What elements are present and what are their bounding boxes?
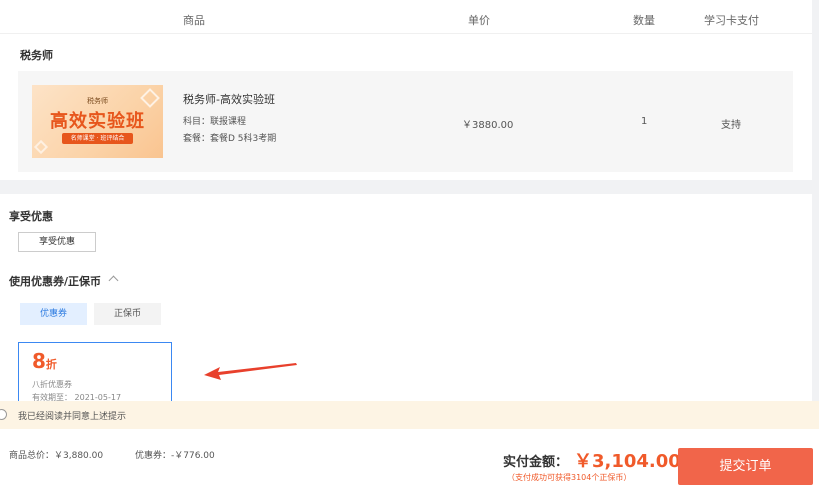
diamond-decoration xyxy=(33,139,49,155)
product-name[interactable]: 税务师-高效实验班 xyxy=(183,91,275,107)
product-thumbnail[interactable]: 税务师 高效实验班 名师课堂 · 班评结合 xyxy=(32,85,163,158)
product-subject: 科目：联报课程 xyxy=(183,117,247,127)
header-unit-price: 单价 xyxy=(468,14,490,27)
coupons-title: 使用优惠券/正保币 xyxy=(9,275,102,288)
chevron-up-icon[interactable] xyxy=(108,275,119,286)
pay-note: （支付成功可获得3104个正保币） xyxy=(507,473,632,482)
tab-coin[interactable]: 正保币 xyxy=(94,303,161,325)
thumbnail-title: 高效实验班 xyxy=(50,111,145,132)
tab-coupon[interactable]: 优惠券 xyxy=(20,303,87,325)
coupon-deduction: 优惠券：-￥776.00 xyxy=(135,451,215,461)
goods-total: 商品总价：￥3,880.00 xyxy=(9,451,104,461)
agreement-text[interactable]: 我已经阅读并同意上述提示 xyxy=(18,409,126,422)
header-product: 商品 xyxy=(183,14,205,27)
product-study-card: 支持 xyxy=(721,120,741,131)
agreement-radio[interactable] xyxy=(0,409,7,420)
benefits-button[interactable]: 享受优惠 xyxy=(18,232,96,252)
benefits-title: 享受优惠 xyxy=(9,210,53,223)
product-quantity: 1 xyxy=(641,116,648,127)
product-package: 套餐：套餐D 5科3考期 xyxy=(183,134,277,144)
header-quantity: 数量 xyxy=(633,14,655,27)
product-price: ￥3880.00 xyxy=(462,120,514,131)
order-items-card: 商品 单价 数量 学习卡支付 税务师 税务师 高效实验班 名师课堂 · 班评结合… xyxy=(0,0,812,180)
thumbnail-tag: 名师课堂 · 班评结合 xyxy=(62,133,133,144)
coupon-card[interactable]: 8折 八折优惠券 有效期至： 2021-05-17 xyxy=(18,342,172,404)
coupon-discount-unit: 折 xyxy=(45,358,57,371)
submit-order-button[interactable]: 提交订单 xyxy=(678,448,813,485)
pay-amount: ￥3,104.00 xyxy=(574,451,681,472)
agreement-bar: 我已经阅读并同意上述提示 xyxy=(0,401,819,429)
pay-label: 实付金额： xyxy=(503,455,569,470)
header-divider xyxy=(0,33,812,34)
coupon-discount: 8折 xyxy=(32,349,57,373)
section-title: 税务师 xyxy=(20,49,53,62)
coupon-discount-number: 8 xyxy=(32,349,46,373)
discount-card: 享受优惠 享受优惠 使用优惠券/正保币 优惠券 正保币 8折 八折优惠券 有效期… xyxy=(0,194,812,404)
arrow-annotation-icon xyxy=(204,363,297,380)
coupon-description: 八折优惠券 xyxy=(32,380,72,389)
product-row: 税务师 高效实验班 名师课堂 · 班评结合 税务师-高效实验班 科目：联报课程 … xyxy=(18,71,793,172)
thumbnail-caption: 税务师 xyxy=(87,97,108,105)
checkout-footer: 商品总价：￥3,880.00 优惠券：-￥776.00 实付金额： ￥3,104… xyxy=(0,429,819,491)
header-study-card: 学习卡支付 xyxy=(704,14,759,27)
